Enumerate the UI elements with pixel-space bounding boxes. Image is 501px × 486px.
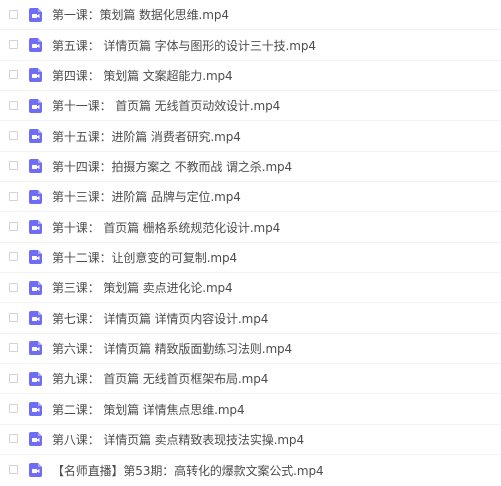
video-file-icon [29,463,43,478]
file-row[interactable]: 第十一课： 首页篇 无线首页动效设计.mp4 [0,91,501,122]
video-file-icon [29,220,43,235]
video-file-icon [29,189,43,204]
row-checkbox[interactable] [9,9,18,19]
file-name[interactable]: 第四课： 策划篇 文案超能力.mp4 [52,61,233,90]
row-checkbox[interactable] [9,161,18,171]
file-name[interactable]: 第十一课： 首页篇 无线首页动效设计.mp4 [52,91,280,120]
video-file-icon [29,68,43,83]
row-checkbox[interactable] [9,313,18,323]
file-name[interactable]: 第十课： 首页篇 栅格系统规范化设计.mp4 [52,212,280,241]
file-row[interactable]: 第三课： 策划篇 卖点进化论.mp4 [0,273,501,304]
file-row[interactable]: 第十课： 首页篇 栅格系统规范化设计.mp4 [0,212,501,243]
file-name[interactable]: 第十三课：进阶篇 品牌与定位.mp4 [52,182,241,211]
file-row[interactable]: 第一课：策划篇 数据化思维.mp4 [0,0,501,31]
video-file-icon [29,250,43,265]
file-name[interactable]: 第一课：策划篇 数据化思维.mp4 [52,0,229,29]
file-row[interactable]: 第十五课：进阶篇 消费者研究.mp4 [0,121,501,152]
file-row[interactable]: 第七课： 详情页篇 详情页内容设计.mp4 [0,303,501,334]
file-row[interactable]: 第四课： 策划篇 文案超能力.mp4 [0,61,501,92]
file-row[interactable]: 第九课： 首页篇 无线首页框架布局.mp4 [0,364,501,395]
file-row[interactable]: 第十四课：拍摄方案之 不教而战 谓之杀.mp4 [0,152,501,183]
file-name[interactable]: 第十四课：拍摄方案之 不教而战 谓之杀.mp4 [52,152,292,181]
file-row[interactable]: 第十二课：让创意变的可复制.mp4 [0,243,501,274]
file-name[interactable]: 第三课： 策划篇 卖点进化论.mp4 [52,273,233,302]
file-name[interactable]: 第十二课：让创意变的可复制.mp4 [52,243,237,272]
video-file-icon [29,159,43,174]
file-name[interactable]: 第八课： 详情页篇 卖点精致表现技法实操.mp4 [52,425,304,454]
video-file-icon [29,432,43,447]
row-checkbox[interactable] [9,404,18,414]
row-checkbox[interactable] [9,434,18,444]
video-file-icon [29,280,43,295]
video-file-icon [29,98,43,113]
file-name[interactable]: 第二课： 策划篇 详情焦点思维.mp4 [52,394,245,423]
file-name[interactable]: 第七课： 详情页篇 详情页内容设计.mp4 [52,303,268,332]
row-checkbox[interactable] [9,465,18,475]
video-file-icon [29,402,43,417]
row-checkbox[interactable] [9,343,18,353]
file-row[interactable]: 第二课： 策划篇 详情焦点思维.mp4 [0,394,501,425]
row-checkbox[interactable] [9,191,18,201]
file-name[interactable]: 第九课： 首页篇 无线首页框架布局.mp4 [52,364,268,393]
video-file-icon [29,7,43,22]
file-row[interactable]: 第八课： 详情页篇 卖点精致表现技法实操.mp4 [0,425,501,456]
row-checkbox[interactable] [9,282,18,292]
video-file-icon [29,341,43,356]
file-name[interactable]: 第十五课：进阶篇 消费者研究.mp4 [52,121,241,150]
row-checkbox[interactable] [9,222,18,232]
row-checkbox[interactable] [9,70,18,80]
file-row[interactable]: 第五课： 详情页篇 字体与图形的设计三十技.mp4 [0,30,501,61]
file-name[interactable]: 【名师直播】第53期：高转化的爆款文案公式.mp4 [52,455,324,485]
file-row[interactable]: 第六课： 详情页篇 精致版面勤练习法则.mp4 [0,334,501,365]
row-checkbox[interactable] [9,100,18,110]
video-file-icon [29,38,43,53]
file-name[interactable]: 第六课： 详情页篇 精致版面勤练习法则.mp4 [52,334,292,363]
row-checkbox[interactable] [9,252,18,262]
file-list: 第一课：策划篇 数据化思维.mp4 第五课： 详情页篇 字体与图形的设计三十技.m… [0,0,501,486]
row-checkbox[interactable] [9,131,18,141]
file-row[interactable]: 【名师直播】第53期：高转化的爆款文案公式.mp4 [0,455,501,485]
file-name[interactable]: 第五课： 详情页篇 字体与图形的设计三十技.mp4 [52,30,316,59]
row-checkbox[interactable] [9,40,18,50]
video-file-icon [29,129,43,144]
file-row[interactable]: 第十三课：进阶篇 品牌与定位.mp4 [0,182,501,213]
row-checkbox[interactable] [9,373,18,383]
video-file-icon [29,311,43,326]
video-file-icon [29,371,43,386]
